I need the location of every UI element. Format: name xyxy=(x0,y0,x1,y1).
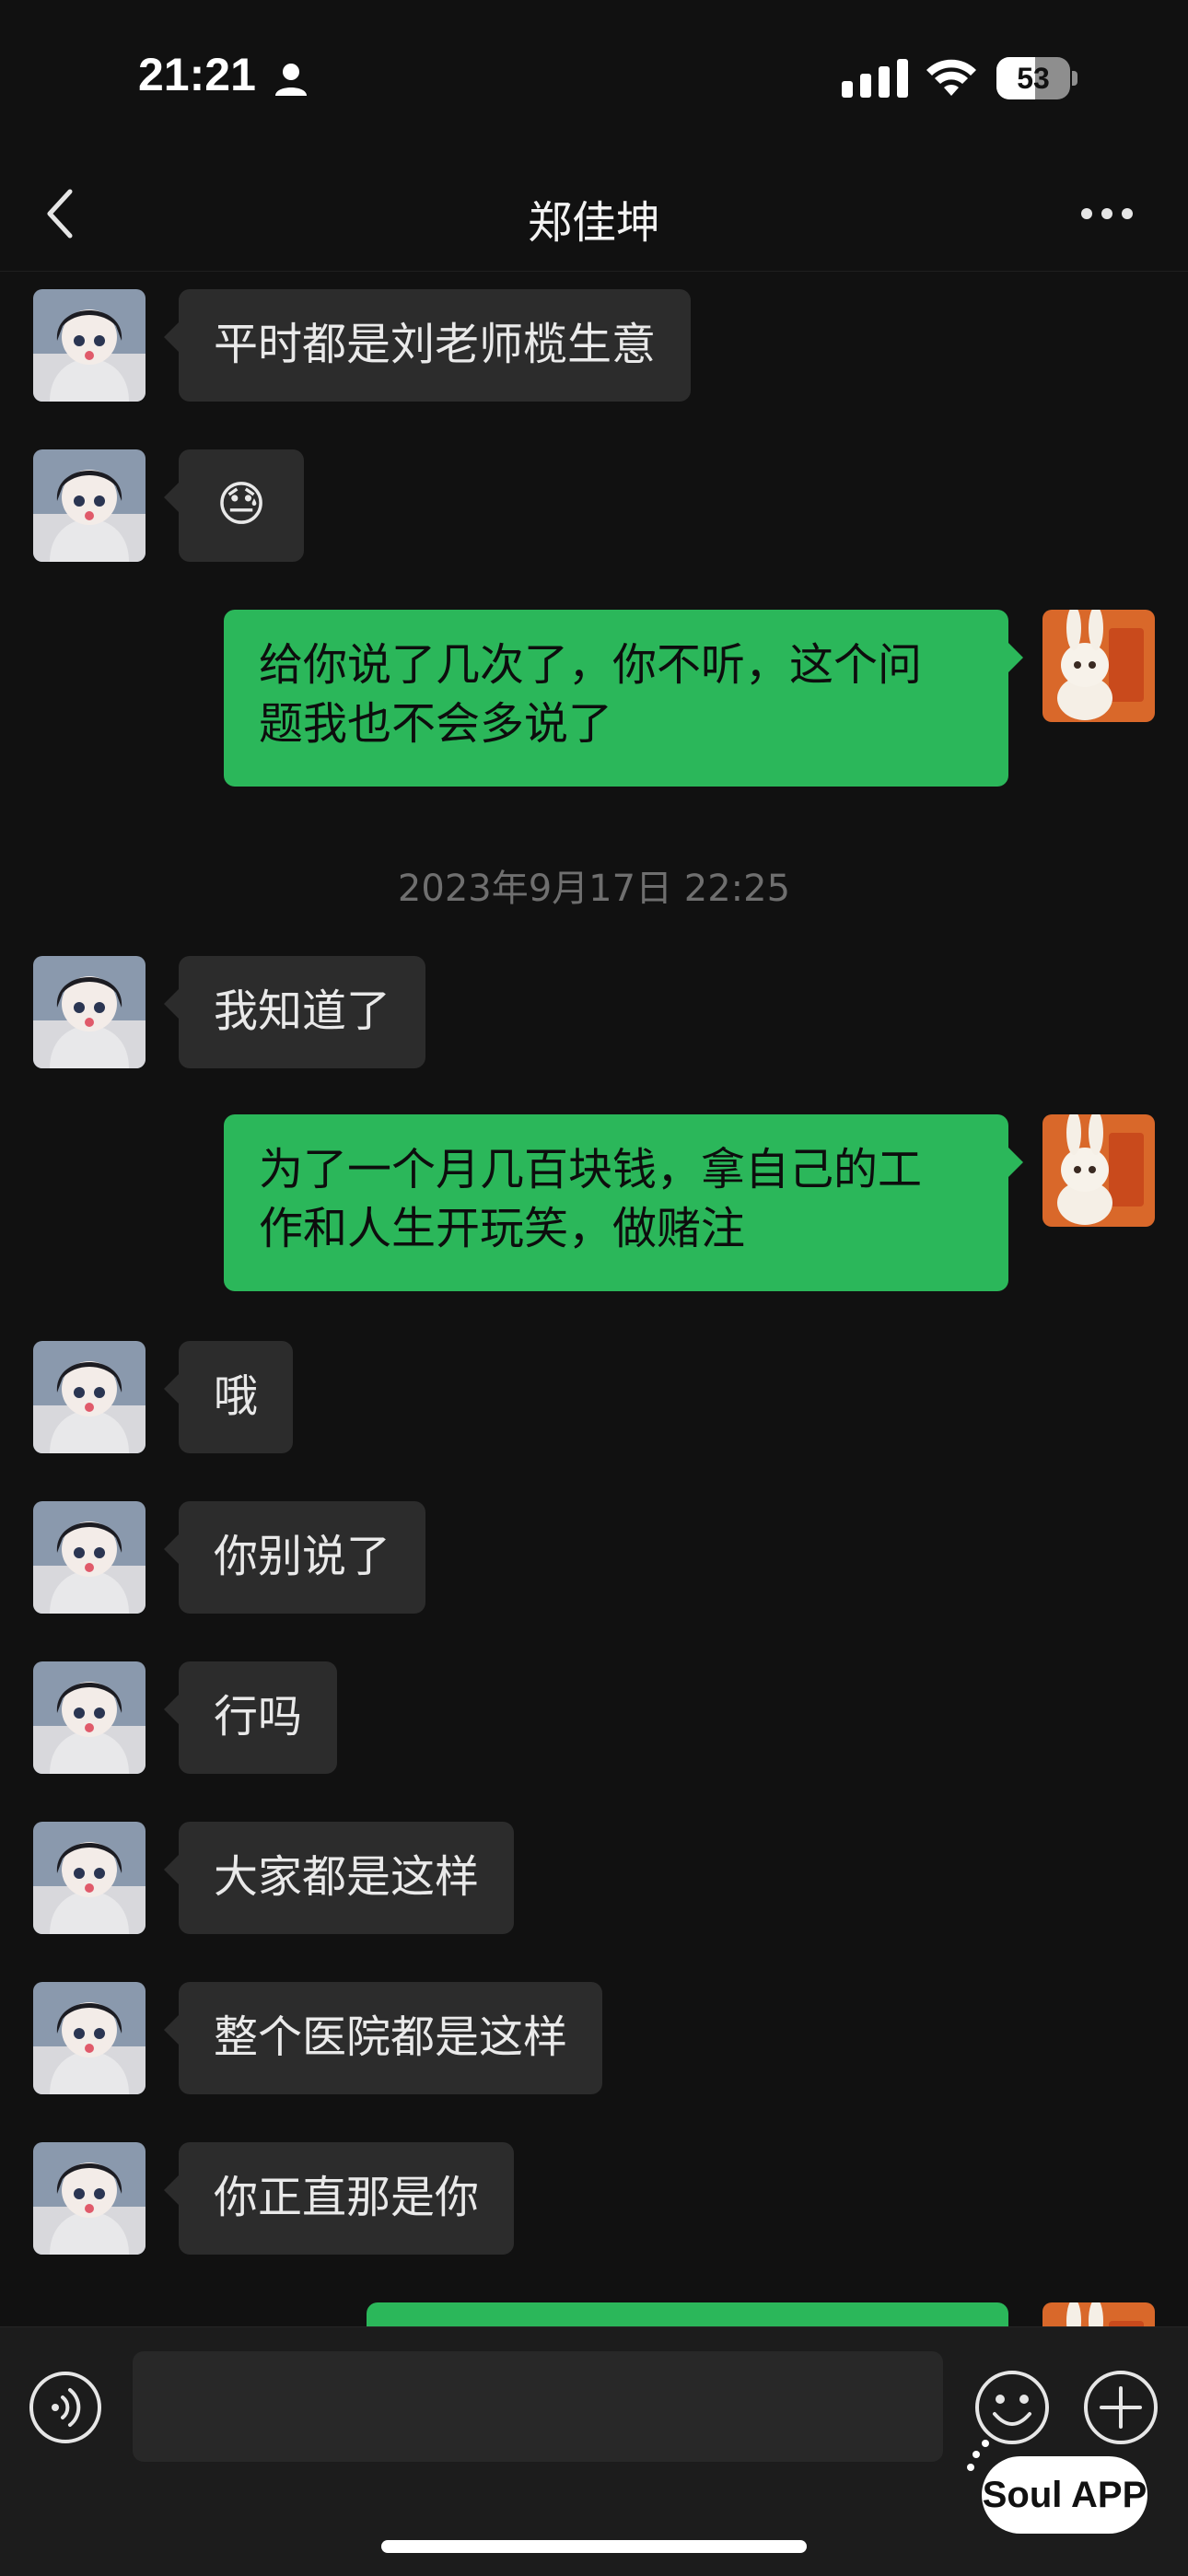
chat-timestamp: 2023年9月17日 22:25 xyxy=(397,868,791,910)
message-list[interactable]: 平时都是刘老师榄生意 😓 给你说了几次了，你不听，这个问 题我也不会多说了 20… xyxy=(0,273,1188,2326)
incoming-message-bubble[interactable]: 行吗 xyxy=(163,1661,338,1774)
contact-avatar[interactable] xyxy=(33,2142,146,2255)
incoming-message-bubble[interactable]: 哦 xyxy=(163,1341,294,1453)
wifi-icon xyxy=(926,59,976,96)
outgoing-message-bubble[interactable]: 给你说了几次了，你不听，这个问 题我也不会多说了 xyxy=(224,610,1023,787)
contact-avatar[interactable] xyxy=(33,1501,146,1614)
status-time: 21:21 xyxy=(138,49,256,100)
more-options-icon[interactable] xyxy=(1077,197,1136,230)
my-avatar[interactable] xyxy=(1042,610,1155,722)
chat-title: 郑佳坤 xyxy=(527,197,660,249)
contact-avatar[interactable] xyxy=(33,1341,146,1453)
incoming-message-bubble[interactable]: 你正直那是你 xyxy=(163,2142,515,2255)
my-avatar[interactable] xyxy=(1042,2302,1155,2326)
message-input[interactable] xyxy=(133,2351,943,2462)
incoming-message-bubble[interactable]: 大家都是这样 xyxy=(163,1822,515,1934)
outgoing-message-bubble[interactable]: 为了一个月几百块钱，拿自己的工 作和人生开玩笑，做赌注 xyxy=(224,1114,1023,1291)
battery-icon: 53 xyxy=(996,57,1077,99)
contact-avatar[interactable] xyxy=(33,289,146,402)
incoming-message-bubble[interactable]: 你别说了 xyxy=(163,1501,426,1614)
battery-percent: 53 xyxy=(1017,62,1050,95)
incoming-emoji-bubble[interactable]: 😓 xyxy=(164,449,304,562)
my-avatar[interactable] xyxy=(1042,1114,1155,1227)
outgoing-message-bubble[interactable] xyxy=(367,2302,1008,2326)
incoming-message-bubble[interactable]: 我知道了 xyxy=(163,956,426,1068)
contact-avatar[interactable] xyxy=(33,1822,146,1934)
home-indicator xyxy=(381,2540,807,2553)
soul-app-watermark: Soul APP xyxy=(982,2456,1147,2534)
person-icon xyxy=(275,64,307,96)
contact-avatar[interactable] xyxy=(33,956,146,1068)
contact-avatar[interactable] xyxy=(33,1982,146,2094)
chat-header: 郑佳坤 xyxy=(0,157,1188,272)
cellular-signal-icon xyxy=(842,59,908,98)
voice-input-icon[interactable] xyxy=(28,2370,103,2445)
input-bar: Soul APP xyxy=(0,2326,1188,2576)
incoming-message-bubble[interactable]: 整个医院都是这样 xyxy=(163,1982,603,2094)
incoming-message-bubble[interactable]: 平时都是刘老师榄生意 xyxy=(163,289,692,402)
contact-avatar[interactable] xyxy=(33,449,146,562)
status-bar: 21:21 53 xyxy=(0,0,1188,157)
contact-avatar[interactable] xyxy=(33,1661,146,1774)
add-attachment-icon[interactable] xyxy=(1081,2368,1160,2447)
